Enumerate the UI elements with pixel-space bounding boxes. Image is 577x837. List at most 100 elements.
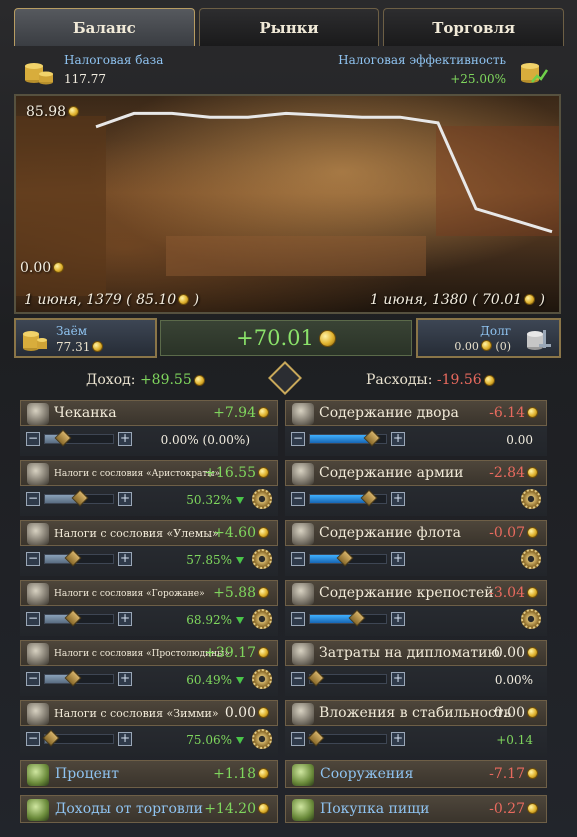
slider-knob[interactable] (307, 669, 325, 687)
income-row: Налоги с сословия «Аристократы» +16.55 − +5… (20, 460, 278, 516)
slider-knob[interactable] (336, 549, 354, 567)
decrease-button[interactable]: − (26, 432, 40, 446)
rate-slider[interactable] (44, 669, 114, 687)
row-title-bar[interactable]: Содержание двора -6.14 (285, 400, 547, 426)
income-row: Налоги с сословия «Улемы» +4.60 − +57.85% (20, 520, 278, 576)
decrease-button[interactable]: − (26, 732, 40, 746)
expense-row: Затраты на дипломатию 0.00 − +0.00% (285, 640, 547, 696)
row-percentage: 0.00% (0.00%) (160, 433, 250, 447)
balance-toggle-icon[interactable] (268, 361, 302, 395)
gear-icon[interactable] (521, 549, 541, 569)
row-icon (27, 703, 49, 725)
increase-button[interactable]: + (391, 552, 405, 566)
increase-button[interactable]: + (391, 432, 405, 446)
interest-icon (27, 764, 49, 786)
increase-button[interactable]: + (391, 612, 405, 626)
row-icon (27, 523, 49, 545)
slider-knob[interactable] (42, 729, 60, 747)
x-end-label: 1 июня, 1380 ( 70.01 ) (369, 292, 545, 308)
decrease-button[interactable]: − (26, 612, 40, 626)
slider-knob[interactable] (307, 729, 325, 747)
row-percentage: 0.00 (506, 433, 533, 447)
food-purchase-row[interactable]: Покупка пищи -0.27 (285, 795, 547, 823)
gear-icon[interactable] (252, 669, 272, 689)
slider-knob[interactable] (64, 669, 82, 687)
slider-knob[interactable] (348, 609, 366, 627)
rate-slider[interactable] (44, 489, 114, 507)
row-title-bar[interactable]: Чеканка +7.94 (20, 400, 278, 426)
row-percentage: +0.14 (496, 733, 533, 747)
row-title-bar[interactable]: Налоги с сословия «Улемы» +4.60 (20, 520, 278, 546)
tab-balance[interactable]: Баланс (14, 8, 195, 46)
tax-header: Налоговая база 117.77 Налоговая эффектив… (14, 50, 564, 90)
rate-slider[interactable] (44, 609, 114, 627)
y-min-label: 0.00 (20, 260, 65, 276)
rate-slider[interactable] (309, 489, 387, 507)
increase-button[interactable]: + (391, 492, 405, 506)
tab-trade[interactable]: Торговля (383, 8, 565, 46)
rate-slider[interactable] (44, 549, 114, 567)
increase-button[interactable]: + (391, 672, 405, 686)
trade-income-row[interactable]: Доходы от торговли +14.20 (20, 795, 278, 823)
rate-slider[interactable] (42, 729, 114, 747)
row-title-bar[interactable]: Затраты на дипломатию 0.00 (285, 640, 547, 666)
rate-slider[interactable] (309, 429, 387, 447)
slider-knob[interactable] (54, 429, 72, 447)
decrease-button[interactable]: − (26, 552, 40, 566)
loan-box[interactable]: Заём 77.31 (14, 318, 157, 358)
slider-fill (310, 495, 369, 503)
gear-icon[interactable] (252, 729, 272, 749)
row-title-bar[interactable]: Вложения в стабильность 0.00 (285, 700, 547, 726)
row-title-bar[interactable]: Содержание флота -0.07 (285, 520, 547, 546)
debt-box[interactable]: Долг 0.00 (0) (416, 318, 561, 358)
rate-slider[interactable] (307, 669, 387, 687)
row-controls: − +68.92% (20, 608, 278, 632)
increase-button[interactable]: + (118, 432, 132, 446)
increase-button[interactable]: + (391, 732, 405, 746)
gear-icon[interactable] (252, 549, 272, 569)
rate-slider[interactable] (309, 609, 387, 627)
row-icon (292, 523, 314, 545)
row-title-bar[interactable]: Налоги с сословия «Простолюдины» +39.17 (20, 640, 278, 666)
decrease-button[interactable]: − (291, 612, 305, 626)
gear-icon[interactable] (252, 609, 272, 629)
rate-slider[interactable] (44, 429, 114, 447)
decrease-button[interactable]: − (291, 732, 305, 746)
decrease-button[interactable]: − (26, 672, 40, 686)
decrease-button[interactable]: − (291, 552, 305, 566)
row-controls: − +60.49% (20, 668, 278, 692)
slider-knob[interactable] (360, 489, 378, 507)
increase-button[interactable]: + (118, 612, 132, 626)
increase-button[interactable]: + (118, 492, 132, 506)
row-title-bar[interactable]: Содержание армии -2.84 (285, 460, 547, 486)
rate-slider[interactable] (309, 549, 387, 567)
row-title-bar[interactable]: Налоги с сословия «Аристократы» +16.55 (20, 460, 278, 486)
rate-slider[interactable] (307, 729, 387, 747)
tax-efficiency-label: Налоговая эффективность (338, 53, 506, 67)
slider-knob[interactable] (363, 429, 381, 447)
row-controls: − +0.00 (285, 428, 547, 452)
row-label: Содержание флота (319, 525, 462, 541)
expense-row: Вложения в стабильность 0.00 − + +0.14 (285, 700, 547, 756)
decrease-button[interactable]: − (26, 492, 40, 506)
slider-knob[interactable] (64, 609, 82, 627)
increase-button[interactable]: + (118, 672, 132, 686)
income-row: Налоги с сословия «Зимми» 0.00 − +75.06% (20, 700, 278, 756)
increase-button[interactable]: + (118, 732, 132, 746)
decrease-button[interactable]: − (291, 672, 305, 686)
row-title-bar[interactable]: Налоги с сословия «Горожане» +5.88 (20, 580, 278, 606)
slider-knob[interactable] (64, 549, 82, 567)
row-title-bar[interactable]: Налоги с сословия «Зимми» 0.00 (20, 700, 278, 726)
decrease-button[interactable]: − (291, 492, 305, 506)
gear-icon[interactable] (521, 489, 541, 509)
gear-icon[interactable] (252, 489, 272, 509)
decrease-button[interactable]: − (291, 432, 305, 446)
row-title-bar[interactable]: Содержание крепостей -3.04 (285, 580, 547, 606)
tab-markets[interactable]: Рынки (198, 8, 380, 46)
gear-icon[interactable] (521, 609, 541, 629)
interest-row[interactable]: Процент +1.18 (20, 760, 278, 788)
slider-knob[interactable] (71, 489, 89, 507)
row-value: +39.17 (204, 645, 269, 661)
buildings-row[interactable]: Сооружения -7.17 (285, 760, 547, 788)
increase-button[interactable]: + (118, 552, 132, 566)
